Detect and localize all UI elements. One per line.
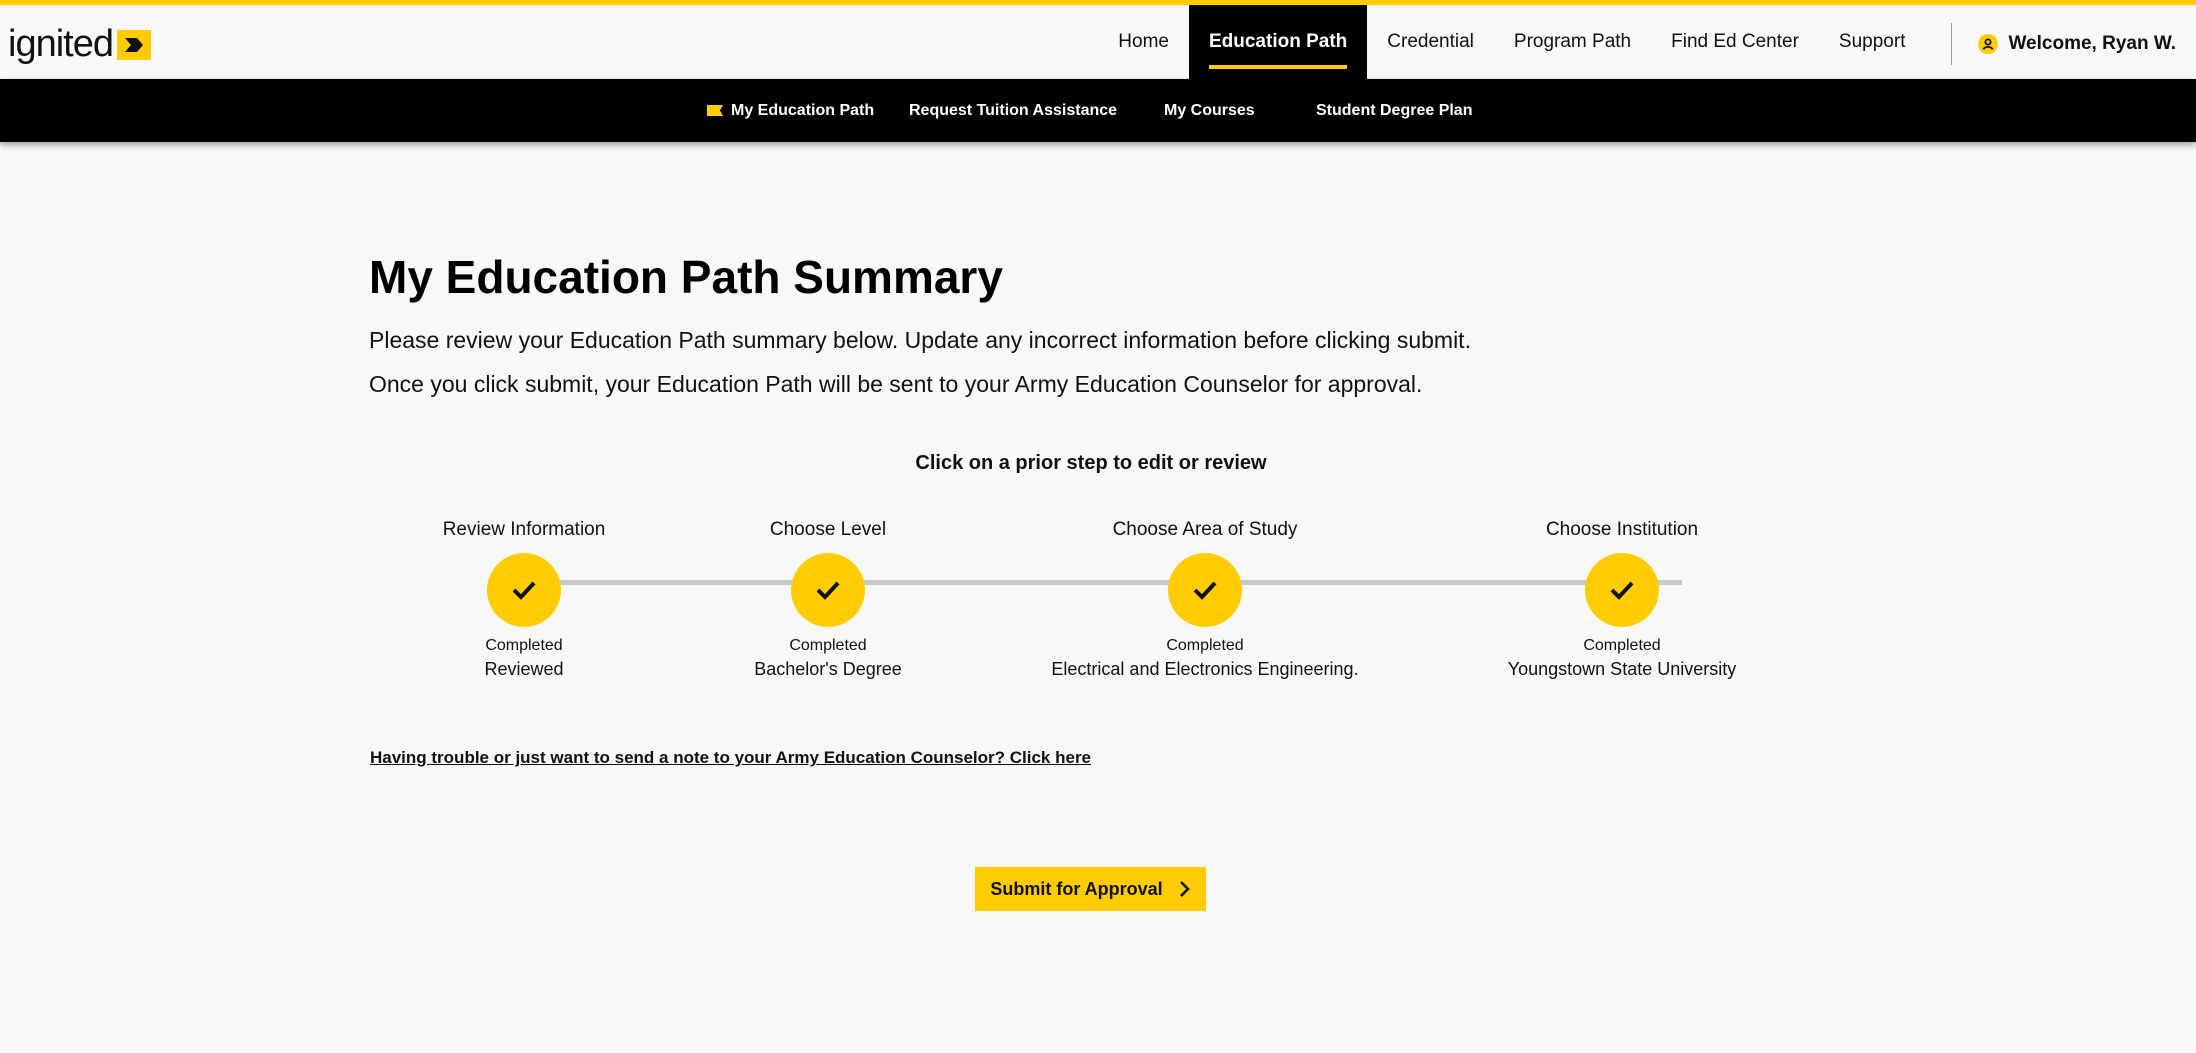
flag-icon <box>707 105 723 116</box>
step-edit-hint: Click on a prior step to edit or review <box>915 452 1267 474</box>
nav-home-label: Home <box>1118 31 1169 52</box>
checkmark-icon <box>1610 581 1634 600</box>
nav-find-ed-center-label: Find Ed Center <box>1671 31 1799 52</box>
step-title: Choose Level <box>769 519 887 540</box>
user-icon <box>1978 34 1999 54</box>
ignited-logo[interactable]: ignited <box>8 19 151 69</box>
nav-credential-label: Credential <box>1387 31 1474 52</box>
subnav-my-education-path[interactable]: My Education Path <box>707 79 874 142</box>
step-completed-circle <box>1168 553 1242 627</box>
subnav-request-tuition-assistance[interactable]: Request Tuition Assistance <box>909 79 1117 142</box>
nav-program-path-label: Program Path <box>1513 31 1632 52</box>
subnav-student-degree-plan[interactable]: Student Degree Plan <box>1316 79 1472 142</box>
main-nav: Home Education Path Credential Program P… <box>1098 5 2196 79</box>
step-status: Completed <box>789 637 867 654</box>
intro-line-2: Once you click submit, your Education Pa… <box>369 371 1423 397</box>
nav-credential[interactable]: Credential <box>1367 5 1494 79</box>
nav-divider <box>1951 23 1953 65</box>
nav-home[interactable]: Home <box>1098 5 1189 79</box>
nav-education-path-label: Education Path <box>1208 31 1348 52</box>
logo-text: ignited <box>8 22 114 65</box>
nav-support-label: Support <box>1838 31 1906 52</box>
chevron-right-icon <box>1179 881 1190 897</box>
subnav-student-degree-plan-label: Student Degree Plan <box>1316 101 1473 119</box>
step-completed-circle <box>1585 553 1659 627</box>
nav-support[interactable]: Support <box>1819 5 1926 79</box>
submit-for-approval-button[interactable]: Submit for Approval <box>975 867 1206 911</box>
top-header: ignited Home Education Path Credential P… <box>0 0 2196 79</box>
step-title: Choose Institution <box>1545 519 1699 540</box>
step-choose-area-of-study[interactable]: Choose Area of Study Completed Electrica… <box>985 515 1425 680</box>
nav-find-ed-center[interactable]: Find Ed Center <box>1651 5 1819 79</box>
step-completed-circle <box>487 553 561 627</box>
step-choose-level[interactable]: Choose Level Completed Bachelor's Degree <box>608 515 1048 680</box>
subnav-request-tuition-assistance-label: Request Tuition Assistance <box>909 101 1118 119</box>
nav-education-path[interactable]: Education Path <box>1188 5 1368 79</box>
step-choose-institution[interactable]: Choose Institution Completed Youngstown … <box>1402 515 1842 680</box>
step-value: Youngstown State University <box>1507 659 1737 679</box>
user-menu[interactable]: Welcome, Ryan W. <box>1978 9 2196 79</box>
step-value: Bachelor's Degree <box>754 659 902 679</box>
intro-line-1: Please review your Education Path summar… <box>369 327 1471 353</box>
sub-nav: My Education Path Request Tuition Assist… <box>0 79 2196 142</box>
subnav-my-education-path-label: My Education Path <box>731 101 875 119</box>
submit-button-label: Submit for Approval <box>990 878 1163 899</box>
checkmark-icon <box>512 581 536 600</box>
page-title: My Education Path Summary <box>369 251 1003 303</box>
logo-mark-icon <box>116 30 151 60</box>
subnav-my-courses[interactable]: My Courses <box>1164 79 1255 142</box>
nav-program-path[interactable]: Program Path <box>1494 5 1651 79</box>
step-completed-circle <box>791 553 865 627</box>
step-value: Electrical and Electronics Engineering. <box>1051 659 1359 679</box>
checkmark-icon <box>816 581 840 600</box>
welcome-text: Welcome, Ryan W. <box>2008 33 2176 54</box>
checkmark-icon <box>1193 581 1217 600</box>
progress-stepper: Review Information Completed Reviewed Ch… <box>0 515 2196 679</box>
subnav-my-courses-label: My Courses <box>1164 101 1255 119</box>
step-title: Choose Area of Study <box>1112 519 1298 540</box>
counselor-note-link[interactable]: Having trouble or just want to send a no… <box>370 748 1091 768</box>
step-status: Completed <box>1166 637 1244 654</box>
step-status: Completed <box>1583 637 1661 654</box>
